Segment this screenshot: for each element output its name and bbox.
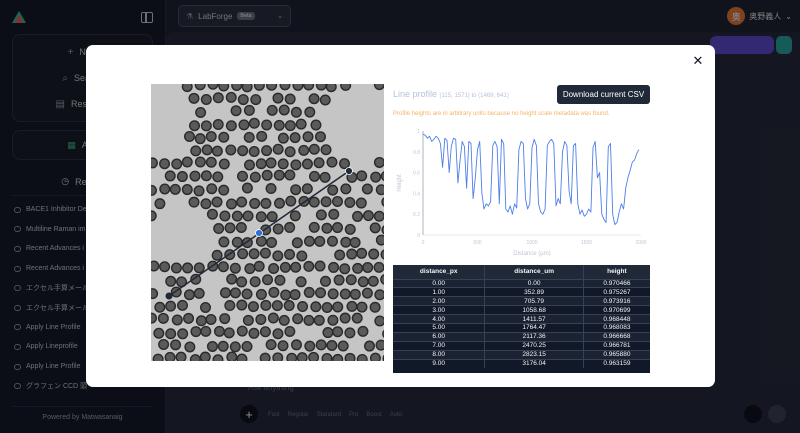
table-cell: 0.973916 — [583, 296, 650, 306]
table-cell: 0.968448 — [583, 314, 650, 324]
table-row: 4.00 1411.57 0.968448 — [393, 314, 650, 324]
table-row: 6.00 2117.36 0.966668 — [393, 331, 650, 342]
table-cell: 0.970466 — [583, 278, 650, 288]
table-row: 5.00 1764.47 0.968083 — [393, 322, 650, 333]
chart-plot: 0 0.2 0.4 0.6 0.8 1 0 500 1000 1500 2000 Distance (… — [397, 129, 647, 257]
table-cell: 4.00 — [393, 314, 486, 324]
y-tick-label: 1 — [417, 129, 420, 135]
table-row: 7.00 2470.25 0.966781 — [393, 340, 650, 351]
y-tick-label: 0.6 — [413, 171, 420, 177]
table-cell: 3.00 — [393, 305, 486, 315]
micrograph-image — [151, 84, 384, 361]
table-cell: 1058.68 — [484, 305, 584, 315]
table-cell: 0.968083 — [583, 322, 650, 333]
table-cell: 0.963159 — [583, 358, 650, 368]
series-line — [422, 133, 640, 226]
table-cell: 0.975267 — [583, 287, 650, 297]
x-tick-label: 2000 — [635, 240, 646, 246]
table-row: 0.00 0.00 0.970466 — [393, 278, 650, 288]
chart-note: Profile heights are in arbitrary units b… — [393, 111, 610, 117]
table-row: 3.00 1058.68 0.970699 — [393, 305, 650, 315]
micrograph-canvas — [151, 84, 384, 361]
table-cell: 2117.36 — [484, 331, 584, 342]
table-cell: 705.79 — [484, 296, 584, 306]
table-cell: 3176.04 — [484, 358, 584, 368]
y-tick-label: 0 — [417, 233, 420, 239]
column-header: height — [583, 265, 650, 279]
table-cell: 7.00 — [393, 340, 486, 351]
profile-table: distance_px distance_um height 0.00 0.00 0… — [393, 265, 650, 373]
table-cell: 0.966668 — [583, 331, 650, 342]
column-header: distance_um — [484, 265, 584, 279]
profile-start-handle[interactable] — [165, 292, 173, 300]
table-cell: 1764.47 — [484, 322, 584, 333]
profile-mid-handle[interactable] — [255, 229, 263, 237]
table-cell: 8.00 — [393, 349, 486, 360]
table-cell: 1.00 — [393, 287, 486, 297]
x-axis-label: Distance (µm) — [513, 251, 550, 257]
table-cell: 0.966781 — [583, 340, 650, 351]
table-cell: 0.970699 — [583, 305, 650, 315]
table-cell: 1411.57 — [484, 314, 584, 324]
table-cell: 9.00 — [393, 358, 486, 368]
profile-end-handle[interactable] — [345, 167, 353, 175]
table-cell: 6.00 — [393, 331, 486, 342]
close-icon[interactable]: ✕ — [691, 54, 705, 68]
table-cell: 2.00 — [393, 296, 486, 306]
y-axis-label: Height — [397, 174, 403, 192]
table-cell: 5.00 — [393, 322, 486, 333]
table-row: 2.00 705.79 0.973916 — [393, 296, 650, 306]
table-cell: 0.00 — [484, 278, 584, 288]
table-row: 9.00 3176.04 0.963159 — [393, 358, 650, 368]
y-tick-label: 0.8 — [413, 150, 420, 156]
line-profile-modal: ✕ Line profile (115, 1571) to (1469, 641… — [86, 45, 715, 387]
x-tick-label: 500 — [473, 240, 482, 246]
y-tick-label: 0.2 — [413, 212, 420, 218]
download-csv-button[interactable]: Download current CSV — [557, 85, 650, 104]
column-header: distance_px — [393, 265, 486, 279]
table-header-row: distance_px distance_um height — [393, 265, 650, 279]
table-cell: 2823.15 — [484, 349, 584, 360]
table-cell: 0.00 — [393, 278, 486, 288]
table-cell: 2470.25 — [484, 340, 584, 351]
y-tick-label: 0.4 — [413, 191, 420, 197]
table-row: 1.00 352.89 0.975267 — [393, 287, 650, 297]
x-tick-label: 1000 — [526, 240, 537, 246]
table-row: 8.00 2823.15 0.965880 — [393, 349, 650, 360]
table-cell: 0.965880 — [583, 349, 650, 360]
chart-coords: (115, 1571) to (1469, 641) — [439, 93, 509, 99]
line-profile-chart: Line profile (115, 1571) to (1469, 641) … — [393, 85, 651, 261]
chart-title: Line profile (115, 1571) to (1469, 641) — [393, 89, 509, 99]
table-cell: 352.89 — [484, 287, 584, 297]
x-tick-label: 0 — [422, 240, 425, 246]
x-tick-label: 1500 — [581, 240, 592, 246]
